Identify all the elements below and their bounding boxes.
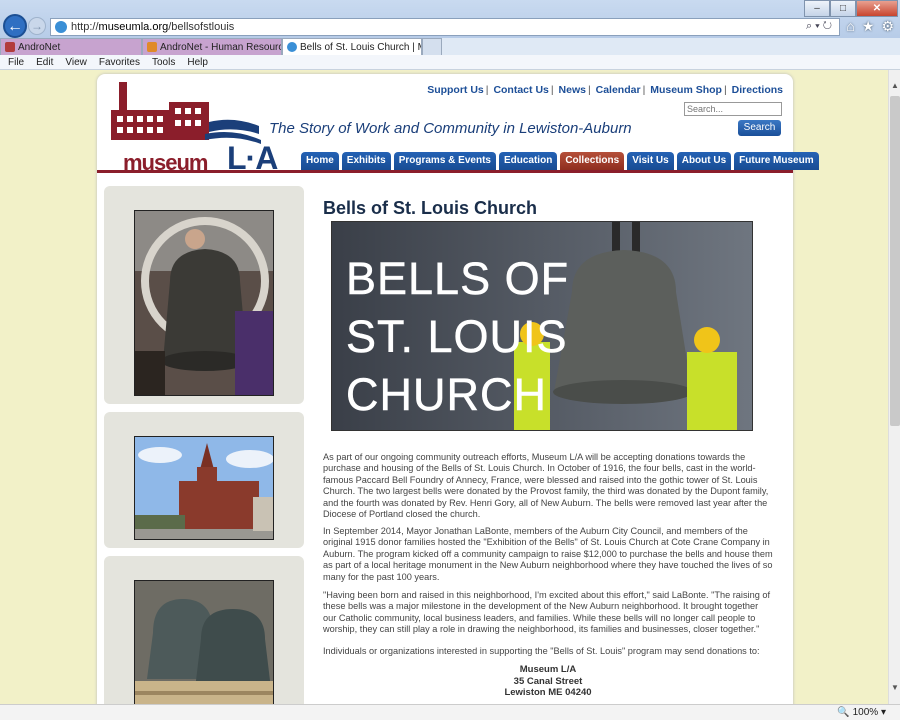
page-viewport: museum L·A The Story of Work and Communi… [0, 70, 888, 704]
site-search-button[interactable]: Search [738, 120, 781, 136]
page-title: Bells of St. Louis Church [323, 198, 538, 218]
two-bells-image [135, 581, 273, 704]
link-calendar[interactable]: Calendar [596, 84, 641, 96]
church-image [135, 437, 273, 539]
browser-chrome: – □ ✕ ← → http://museumla.org/bellsofstl… [0, 0, 900, 70]
back-button[interactable]: ← [3, 14, 27, 38]
address-line: 35 Canal Street [513, 675, 583, 687]
bell-inspection-image [135, 211, 273, 395]
status-bar: 🔍 100% ▾ [0, 704, 900, 720]
paragraph-exhibition: In September 2014, Mayor Jonathan LaBont… [323, 526, 773, 582]
sidebar-photo-card [104, 556, 304, 704]
paragraph-quote: "Having been born and raised in this nei… [323, 590, 771, 635]
paragraph-donations: Individuals or organizations interested … [323, 646, 760, 656]
url-path: /bellsofstlouis [168, 21, 235, 33]
tab-andronet-hr[interactable]: AndroNet - Human Resources:... [142, 38, 282, 55]
nav-about-us[interactable]: About Us [676, 152, 732, 170]
address-line: Lewiston ME 04240 [504, 687, 592, 698]
nav-exhibits[interactable]: Exhibits [341, 152, 391, 170]
new-tab-button[interactable] [422, 38, 442, 55]
nav-education[interactable]: Education [498, 152, 558, 170]
link-contact-us[interactable]: Contact Us [493, 84, 548, 96]
forward-button[interactable]: → [28, 17, 46, 35]
minimize-button[interactable]: – [804, 0, 830, 17]
menu-view[interactable]: View [65, 55, 87, 69]
url-host: museumla.org [98, 21, 169, 33]
andronet-hr-favicon [147, 42, 157, 52]
photo-st-louis-church[interactable] [134, 436, 274, 540]
separator: | [485, 84, 489, 96]
window-controls: – □ ✕ [804, 0, 898, 17]
link-news[interactable]: News [559, 84, 586, 96]
nav-programs-events[interactable]: Programs & Events [393, 152, 496, 170]
url-text: http://museumla.org/bellsofstlouis [71, 21, 234, 33]
photo-two-bells[interactable] [134, 580, 274, 704]
tab-label: Bells of St. Louis Church | M... [300, 41, 422, 53]
tab-label: AndroNet - Human Resources:... [160, 41, 281, 53]
main-navigation: Home Exhibits Programs & Events Educatio… [301, 152, 819, 170]
tab-label: AndroNet [18, 41, 61, 53]
menu-bar: File Edit View Favorites Tools Help [0, 55, 900, 70]
site-search-input[interactable] [684, 102, 782, 116]
maximize-button[interactable]: □ [830, 0, 856, 17]
zoom-level: 100% [852, 707, 879, 718]
separator: | [642, 84, 646, 96]
address-line: Museum L/A [519, 664, 577, 675]
page-icon [55, 21, 67, 33]
paragraph-intro: As part of our ongoing community outreac… [323, 452, 769, 520]
scroll-down-arrow-icon[interactable]: ▼ [889, 682, 900, 694]
menu-edit[interactable]: Edit [36, 55, 53, 69]
scroll-thumb[interactable] [890, 96, 900, 426]
separator: | [587, 84, 591, 96]
home-icon[interactable]: ⌂ [846, 18, 854, 35]
donation-address: Museum L/A 35 Canal Street Lewiston ME 0… [323, 664, 773, 699]
hero-line: CHURCH [346, 369, 547, 421]
nav-home[interactable]: Home [301, 152, 339, 170]
scroll-up-arrow-icon[interactable]: ▲ [889, 80, 900, 92]
tab-strip: AndroNet AndroNet - Human Resources:... … [0, 38, 900, 55]
separator: | [550, 84, 554, 96]
url-prefix: http:// [71, 21, 99, 33]
site-container: museum L·A The Story of Work and Communi… [97, 74, 819, 704]
favorites-star-icon[interactable]: ★ [862, 18, 875, 35]
nav-collections[interactable]: Collections [560, 152, 625, 170]
hero-image: BELLS OF ST. LOUIS CHURCH [331, 221, 753, 431]
utility-links: Support Us | Contact Us | News | Calendar | … [427, 84, 783, 96]
sidebar-photo-card [104, 186, 304, 404]
menu-file[interactable]: File [8, 55, 24, 69]
address-bar[interactable]: http://museumla.org/bellsofstlouis ⌕▾↻ [50, 18, 840, 36]
tab-bells-active[interactable]: Bells of St. Louis Church | M... × [282, 38, 422, 55]
nav-future-museum[interactable]: Future Museum [734, 152, 819, 170]
link-support-us[interactable]: Support Us [427, 84, 484, 96]
gear-icon[interactable]: ⚙ [881, 18, 894, 35]
toolbar-icons: ⌂ ★ ⚙ [846, 18, 894, 35]
site-tagline: The Story of Work and Community in Lewis… [269, 120, 632, 137]
sidebar-photo-card [104, 412, 304, 548]
menu-help[interactable]: Help [187, 55, 208, 69]
zoom-control[interactable]: 🔍 100% ▾ [837, 707, 886, 718]
andronet-favicon [5, 42, 15, 52]
address-actions[interactable]: ⌕▾↻ [806, 20, 835, 33]
close-window-button[interactable]: ✕ [856, 0, 898, 17]
hero-title-text: BELLS OF ST. LOUIS CHURCH [346, 250, 569, 424]
menu-tools[interactable]: Tools [152, 55, 175, 69]
photo-bell-inspection[interactable] [134, 210, 274, 396]
hero-line: ST. LOUIS [346, 311, 568, 363]
link-directions[interactable]: Directions [732, 84, 783, 96]
tab-andronet[interactable]: AndroNet [0, 38, 142, 55]
vertical-scrollbar[interactable]: ▲ ▼ [888, 70, 900, 704]
separator: | [723, 84, 727, 96]
link-museum-shop[interactable]: Museum Shop [650, 84, 722, 96]
header-divider [97, 170, 793, 173]
page-favicon [287, 42, 297, 52]
nav-visit-us[interactable]: Visit Us [627, 152, 674, 170]
museum-la-logo[interactable]: museum L·A [109, 82, 278, 176]
hero-line: BELLS OF [346, 253, 570, 305]
menu-favorites[interactable]: Favorites [99, 55, 140, 69]
